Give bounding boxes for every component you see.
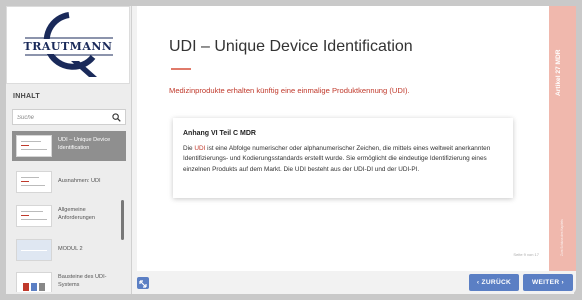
search-input[interactable] [17,112,107,123]
sidebar-item-ausnahmen[interactable]: Ausnahmen: UDI [12,167,126,197]
thumbnail [16,135,52,157]
card-text-rest: ist eine Abfolge numerischer oder alphan… [183,145,491,173]
sidebar-scrollbar[interactable] [121,200,124,240]
sidebar-item-udi[interactable]: UDI – Unique Device Identification [12,131,126,161]
logo: TRAUTMANN [6,6,130,84]
chapter-strip: Artikel 27 MDR Zum Schluss des Kapitels [549,6,576,271]
sidebar-item-anforderungen[interactable]: Allgemeine Anforderungen [12,201,126,231]
sidebar-heading: INHALT [13,93,40,100]
sidebar-item-bausteine[interactable]: Bausteine des UDI-Systems [12,268,126,292]
next-button[interactable]: WEITER › [523,274,573,291]
card-title: Anhang VI Teil C MDR [183,130,256,137]
search-icon[interactable] [112,113,121,122]
chapter-title: Artikel 27 MDR [555,49,562,96]
card-text-start: Die [183,145,195,152]
thumbnail [16,272,52,292]
thumbnail [16,171,52,193]
sidebar-item-label: Bausteine des UDI-Systems [58,274,107,288]
sidebar-item-label: UDI – Unique Device Identification [58,137,111,151]
page-title: UDI – Unique Device Identification [169,38,413,55]
search-box[interactable] [12,109,126,125]
title-divider [171,68,191,70]
chapter-note: Zum Schluss des Kapitels [560,219,564,256]
thumbnail [16,205,52,227]
page-counter: Seite 9 von 17 [513,252,539,257]
thumbnail [16,239,52,261]
expand-icon [139,280,147,288]
content-panel: UDI – Unique Device Identification Mediz… [137,6,549,271]
expand-button[interactable] [137,277,149,289]
logo-text: TRAUTMANN [23,40,113,53]
info-card: Anhang VI Teil C MDR Die UDI ist eine Ab… [173,118,513,198]
sidebar-item-label: Allgemeine Anforderungen [58,207,96,221]
sidebar-item-label: MODUL 2 [58,246,83,252]
udi-link[interactable]: UDI [194,145,205,152]
card-text: Die UDI ist eine Abfolge numerischer ode… [183,144,505,175]
sidebar-item-label: Ausnahmen: UDI [58,178,101,184]
sidebar-item-modul-2[interactable]: MODUL 2 [12,235,126,265]
back-button[interactable]: ‹ ZURÜCK [469,274,519,291]
page-subtitle: Medizinprodukte erhalten künftig eine ei… [169,86,410,95]
